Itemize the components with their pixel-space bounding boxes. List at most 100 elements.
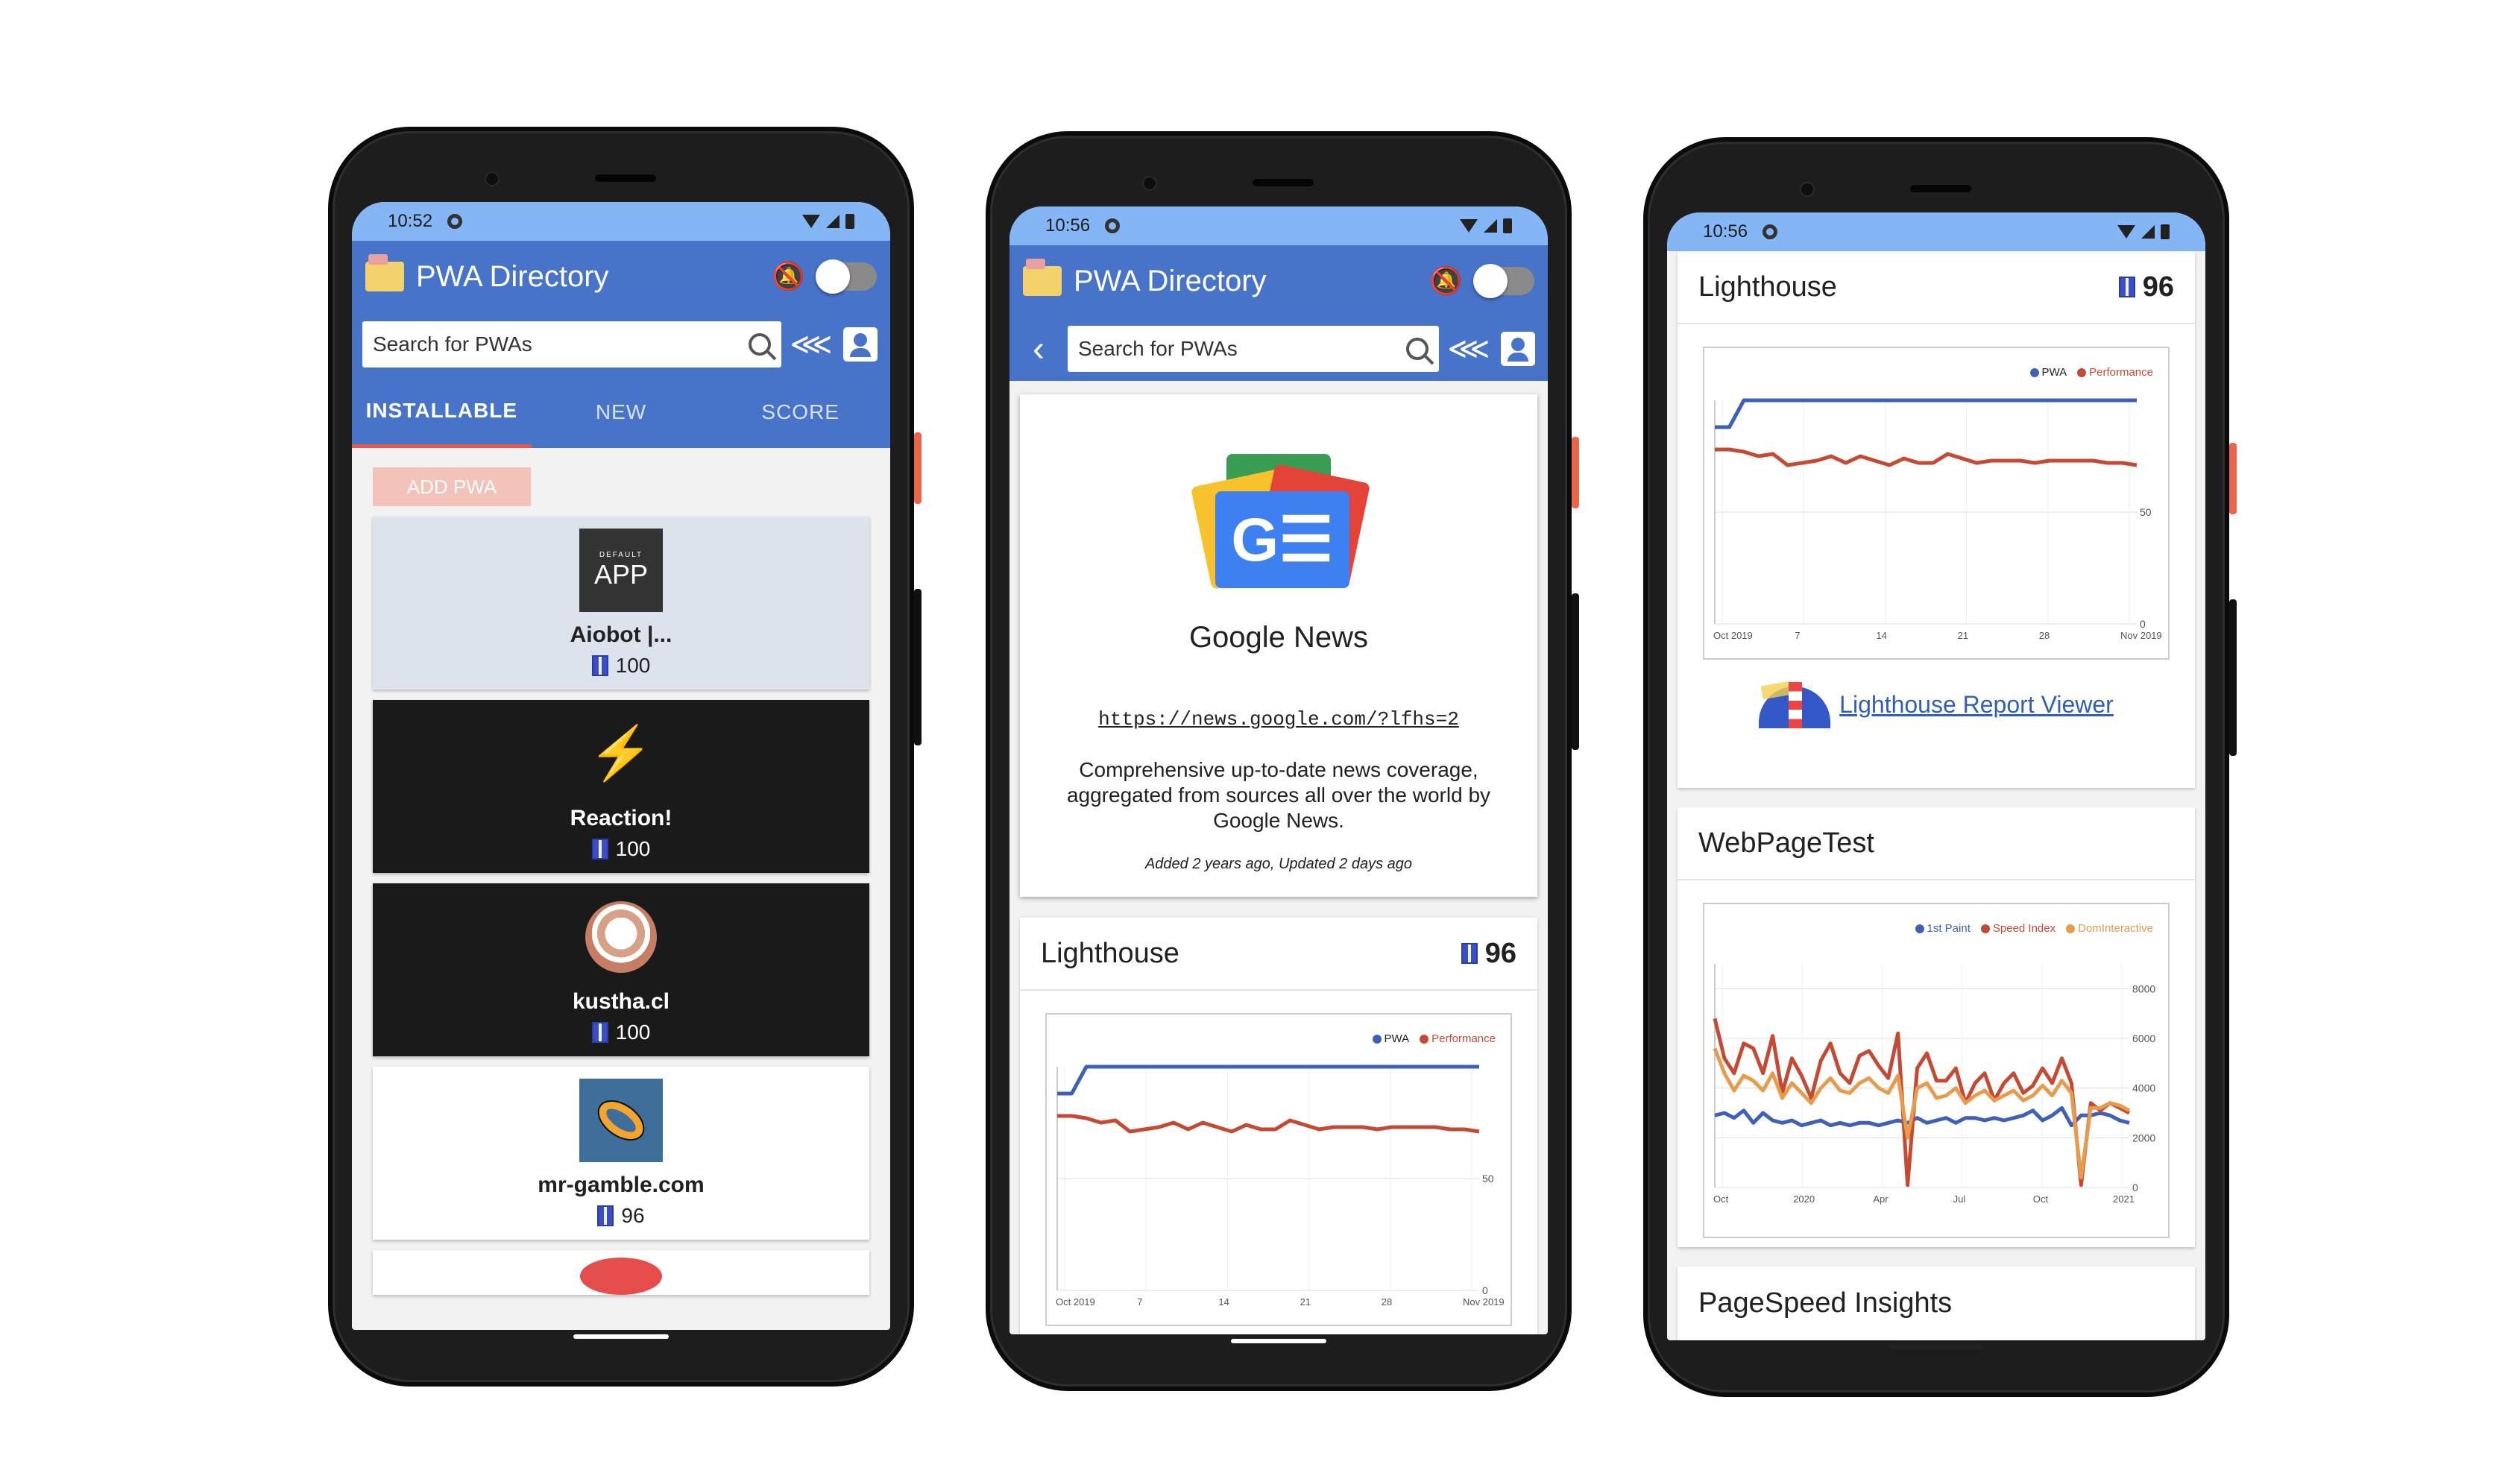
legend-performance: Performance [2089, 366, 2153, 379]
notifications-off-icon[interactable]: 🔕 [1429, 265, 1463, 297]
default-app-logo: DEFAULT APP [579, 529, 663, 612]
account-icon [843, 327, 878, 362]
legend-dom-interactive: DomInteractive [2078, 922, 2153, 935]
pwa-name: mr-gamble.com [538, 1173, 705, 1197]
add-pwa-button[interactable]: ADD PWA [373, 467, 531, 506]
status-bar: 10:52 [352, 202, 890, 241]
search-input[interactable]: Search for PWAs [1068, 326, 1439, 372]
x-tick-label: Oct [1713, 1193, 1729, 1205]
report-link-label[interactable]: Lighthouse Report Viewer [1839, 691, 2114, 719]
tab-score[interactable]: SCORE [711, 376, 890, 448]
front-camera [486, 173, 498, 185]
earpiece [595, 174, 656, 182]
status-time: 10:56 [1703, 221, 1748, 242]
pwa-score: 100 [591, 837, 651, 861]
app-detail-card: G☰ Google News https://news.google.com/?… [1020, 394, 1537, 897]
x-tick-label: Nov 2019 [2120, 630, 2162, 641]
search-icon[interactable] [749, 333, 771, 356]
panel-title: Lighthouse [1698, 271, 1837, 303]
app-dates: Added 2 years ago, Updated 2 days ago [1144, 856, 1413, 872]
power-button[interactable] [1572, 437, 1579, 508]
lighthouse-report-link[interactable]: Lighthouse Report Viewer [1678, 660, 2195, 749]
score-value: 100 [615, 654, 651, 677]
notifications-toggle[interactable] [1473, 264, 1534, 298]
x-tick-label: Jul [1953, 1193, 1966, 1205]
share-icon[interactable]: ⋘ [790, 325, 833, 364]
score-value: 100 [615, 1021, 651, 1044]
lighthouse-chart-svg: 50 0 Oct 2019 7 14 21 28 Nov 2019 [1713, 398, 2162, 641]
webpagetest-chart: 1st Paint Speed Index DomInteractive 800… [1703, 903, 2170, 1238]
app-title: PWA Directory [416, 259, 609, 293]
search-input[interactable]: Search for PWAs [362, 321, 781, 368]
front-camera [1801, 183, 1813, 195]
x-tick-label: Apr [1873, 1193, 1889, 1205]
lighthouse-icon [591, 655, 608, 676]
pwa-score: 100 [591, 654, 651, 678]
signal-icon [826, 215, 840, 228]
home-indicator[interactable] [1889, 1345, 1984, 1349]
signal-icon [1484, 219, 1497, 233]
search-icon[interactable] [1406, 338, 1428, 360]
app-bar: PWA Directory 🔕 ‹ Search for PWAs ⋘ [1009, 245, 1548, 381]
panel-title: PageSpeed Insights [1698, 1287, 1953, 1319]
notifications-toggle[interactable] [816, 259, 877, 294]
pwa-card[interactable]: mr-gamble.com 96 [373, 1067, 869, 1240]
y-tick-label: 50 [1482, 1173, 1494, 1185]
chart-legend: PWA Performance [2029, 366, 2153, 379]
shell-logo [579, 895, 663, 979]
lighthouse-score: 96 [1484, 937, 1516, 969]
app-url-link[interactable]: https://news.google.com/?lfhs=2 [1098, 708, 1459, 731]
lighthouse-chart-svg: 50 0 Oct 2019 7 14 21 28 Nov 2019 [1056, 1064, 1505, 1308]
series-line-pwa [1057, 1064, 1479, 1096]
lighthouse-panel: Lighthouse 96 PWA Performance 50 0 Oct 2019 7… [1678, 251, 2195, 788]
lightning-bolt-icon: ⚡ [588, 724, 654, 782]
x-tick-label: 21 [1958, 630, 1968, 641]
score-value: 100 [615, 837, 651, 860]
account-icon [1501, 332, 1535, 366]
google-news-logo: G☰ [1190, 454, 1371, 596]
screen: 10:56 Lighthouse 96 PWA Performance 50 0 Oct… [1667, 212, 2205, 1340]
earpiece [1253, 179, 1314, 186]
home-indicator[interactable] [1231, 1339, 1326, 1343]
y-tick-label: 0 [2132, 1182, 2138, 1193]
list-item-partial[interactable] [373, 1250, 869, 1295]
folder-icon [1023, 259, 1062, 296]
x-tick-label: 14 [1218, 1296, 1229, 1308]
y-tick-label: 0 [1482, 1284, 1488, 1296]
pwa-name: Aiobot |... [570, 622, 672, 647]
volume-button[interactable] [1572, 593, 1579, 750]
back-arrow-icon[interactable]: ‹ [1020, 329, 1057, 370]
notifications-off-icon[interactable]: 🔕 [772, 261, 805, 292]
account-button[interactable] [1499, 329, 1537, 368]
lighthouse-logo-icon [1759, 681, 1831, 728]
pwa-card[interactable]: DEFAULT APP Aiobot |... 100 [373, 517, 869, 690]
y-tick-label: 4000 [2132, 1082, 2155, 1094]
y-tick-label: 50 [2140, 506, 2152, 518]
tab-installable[interactable]: INSTALLABLE [352, 376, 532, 448]
lighthouse-icon [591, 839, 608, 859]
phone-left: 10:52 PWA Directory 🔕 Search for PWAs ⋘ … [328, 127, 914, 1387]
folder-icon [365, 254, 404, 291]
lighthouse-score: 96 [2142, 271, 2174, 303]
account-button[interactable] [841, 325, 880, 364]
volume-button[interactable] [914, 589, 922, 745]
wifi-icon [802, 215, 820, 228]
pwa-card[interactable]: ⚡ Reaction! 100 [373, 700, 869, 873]
pwa-card[interactable]: kustha.cl 100 [373, 883, 869, 1056]
power-button[interactable] [2229, 443, 2237, 514]
x-tick-label: Oct 2019 [1713, 630, 1753, 641]
home-indicator[interactable] [573, 1334, 669, 1339]
volume-button[interactable] [2229, 599, 2237, 756]
y-tick-label: 2000 [2132, 1132, 2155, 1144]
wifi-icon [1460, 219, 1478, 233]
tab-new[interactable]: NEW [532, 376, 711, 448]
legend-performance: Performance [1431, 1032, 1496, 1045]
share-icon[interactable]: ⋘ [1448, 329, 1490, 368]
front-camera [1144, 177, 1156, 189]
webpagetest-chart-svg: 8000 6000 4000 2000 0 Oct 2020 Apr Jul Oct 2021 [1713, 964, 2155, 1205]
series-line-1st-paint [1714, 1105, 2130, 1128]
x-tick-label: Nov 2019 [1463, 1296, 1505, 1308]
series-line-performance [1715, 447, 2138, 467]
power-button[interactable] [914, 432, 922, 504]
status-bar: 10:56 [1009, 206, 1548, 245]
